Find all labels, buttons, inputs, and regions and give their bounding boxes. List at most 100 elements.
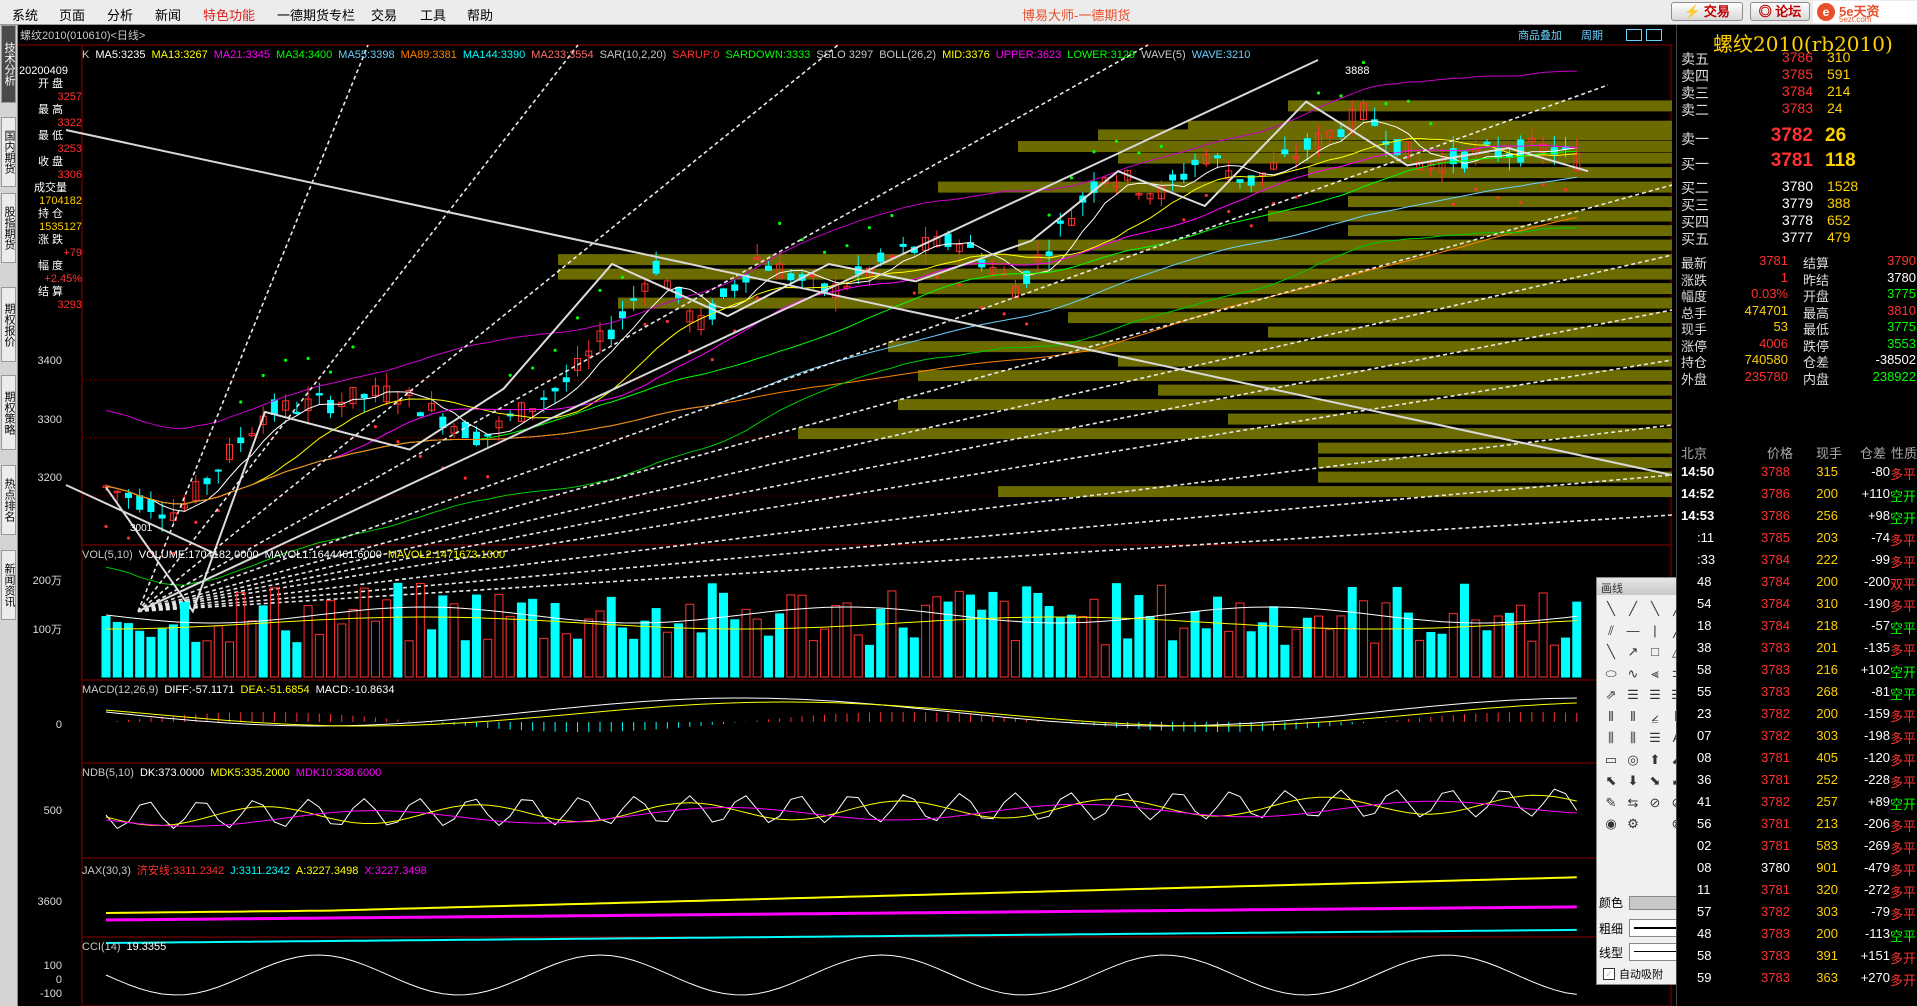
draw-tool-icon[interactable]: ☰ <box>1622 684 1644 706</box>
volume-bar <box>1561 637 1571 678</box>
trade-row[interactable]: 58 3783 391 +151 多开 <box>1677 948 1917 970</box>
layout-split-icon[interactable] <box>1646 29 1662 41</box>
trade-row[interactable]: 08 3781 405 -120 多平 <box>1677 750 1917 772</box>
auto-attach-checkbox[interactable]: ✓ <box>1603 968 1615 980</box>
menu-system[interactable]: 系统 <box>12 5 38 24</box>
trade-row[interactable]: 56 3781 213 -206 多平 <box>1677 816 1917 838</box>
draw-tool-icon[interactable]: ⦀ <box>1622 706 1644 728</box>
volume-bar <box>1269 606 1279 678</box>
draw-tool-icon[interactable]: ⫽ <box>1600 620 1622 642</box>
menu-news[interactable]: 新闻 <box>155 5 181 24</box>
trade-row[interactable]: 14:53 3786 256 +98 空开 <box>1677 508 1917 530</box>
ask1-row[interactable]: 卖一 3782 26 <box>1677 125 1917 149</box>
draw-tool-icon[interactable]: ◎ <box>1622 749 1644 771</box>
volume-bar <box>831 605 841 678</box>
draw-tool-icon[interactable]: ⦤ <box>1644 706 1666 728</box>
trade-oi-diff: +89 <box>1867 794 1890 809</box>
trade-row[interactable]: 48 3783 200 -113 空平 <box>1677 926 1917 948</box>
menu-trade[interactable]: 交易 <box>371 5 397 24</box>
draw-tool-icon[interactable]: ☰ <box>1644 727 1666 749</box>
trade-row[interactable]: 38 3783 201 -135 多平 <box>1677 640 1917 662</box>
menu-help[interactable]: 帮助 <box>467 5 493 24</box>
menu-features[interactable]: 特色功能 <box>203 5 255 24</box>
draw-tool-icon[interactable]: ⬊ <box>1644 770 1666 792</box>
sar-dot <box>1182 218 1186 222</box>
trade-row[interactable]: 07 3782 303 -198 多平 <box>1677 728 1917 750</box>
draw-tool-icon[interactable]: ✎ <box>1600 792 1622 814</box>
draw-tool-icon[interactable]: □ <box>1644 641 1666 663</box>
trade-time: 11 <box>1697 882 1711 897</box>
draw-tool-icon[interactable]: ⊘ <box>1644 792 1666 814</box>
trade-row[interactable]: 55 3783 268 -81 空平 <box>1677 684 1917 706</box>
trade-row[interactable]: 08 3780 901 -479 多平 <box>1677 860 1917 882</box>
draw-tool-icon[interactable]: ╱ <box>1622 598 1644 620</box>
menu-analysis[interactable]: 分析 <box>107 5 133 24</box>
draw-tool-icon[interactable]: ⇆ <box>1622 792 1644 814</box>
bid1-row[interactable]: 买一 3781 118 <box>1677 150 1917 174</box>
draw-tool-icon[interactable]: — <box>1622 620 1644 642</box>
menu-page[interactable]: 页面 <box>59 5 85 24</box>
tab-options-strategy[interactable]: 期权策略 <box>1 375 16 450</box>
trade-row[interactable]: 57 3782 303 -79 多平 <box>1677 904 1917 926</box>
draw-tool-icon[interactable]: ╲ <box>1600 598 1622 620</box>
trade-row[interactable]: :33 3784 222 -99 多平 <box>1677 552 1917 574</box>
draw-tool-icon[interactable]: ◉ <box>1600 813 1622 835</box>
bid-row[interactable]: 买五 3777 479 <box>1677 229 1917 249</box>
layout-grid-icon[interactable] <box>1626 29 1642 41</box>
trade-row[interactable]: 14:50 3788 315 -80 多平 <box>1677 464 1917 486</box>
draw-tool-icon[interactable] <box>1644 813 1666 835</box>
tab-hot-ranking[interactable]: 热点排名 <box>1 465 16 535</box>
tab-news-info[interactable]: 新闻资讯 <box>1 550 16 620</box>
draw-tool-icon[interactable]: ∿ <box>1622 663 1644 685</box>
tab-domestic-futures[interactable]: 国内期货 <box>1 117 16 187</box>
draw-tool-icon[interactable]: ⫼ <box>1622 727 1644 749</box>
draw-tool-icon[interactable]: ↗ <box>1622 641 1644 663</box>
forum-button[interactable]: ◎ 论坛 <box>1750 2 1810 21</box>
draw-tool-icon[interactable]: ╲ <box>1644 598 1666 620</box>
trade-row[interactable]: 48 3784 200 -200 双平 <box>1677 574 1917 596</box>
draw-tool-icon[interactable]: ╲ <box>1600 641 1622 663</box>
bid-price: 3779 <box>1781 195 1813 211</box>
ask-row[interactable]: 卖二 3783 24 <box>1677 100 1917 120</box>
draw-tool-icon[interactable]: ☰ <box>1644 684 1666 706</box>
menu-tools[interactable]: 工具 <box>420 5 446 24</box>
trade-row[interactable]: 59 3783 363 +270 多开 <box>1677 970 1917 992</box>
tab-index-futures[interactable]: 股指期货 <box>1 193 16 263</box>
period-tab[interactable]: 周期 <box>1581 27 1603 43</box>
volume-bar <box>180 601 190 678</box>
draw-tool-icon[interactable]: ⬉ <box>1600 770 1622 792</box>
draw-tool-icon[interactable]: | <box>1644 620 1666 642</box>
draw-tool-icon[interactable]: ⬭ <box>1600 663 1622 685</box>
draw-tool-icon[interactable]: ⬇ <box>1622 770 1644 792</box>
volume-bar <box>1246 631 1256 678</box>
draw-tool-icon[interactable]: ⦀ <box>1600 706 1622 728</box>
kline-chart-svg[interactable] <box>18 25 1672 1006</box>
trade-row[interactable]: 14:52 3786 200 +110 空开 <box>1677 486 1917 508</box>
trade-row[interactable]: 18 3784 218 -57 空平 <box>1677 618 1917 640</box>
trade-row[interactable]: 58 3783 216 +102 空开 <box>1677 662 1917 684</box>
trade-row[interactable]: 54 3784 310 -190 多平 <box>1677 596 1917 618</box>
trade-row[interactable]: 11 3781 320 -272 多平 <box>1677 882 1917 904</box>
trade-row[interactable]: 23 3782 200 -159 多平 <box>1677 706 1917 728</box>
draw-tool-icon[interactable]: ⬆ <box>1644 749 1666 771</box>
color-label: 颜色 <box>1599 896 1624 910</box>
chart-area: 螺纹2010(010610)<日线> K MA5:3235 MA13:3267 MA2… <box>18 25 1672 1006</box>
draw-tool-icon[interactable]: ⇗ <box>1600 684 1622 706</box>
draw-tool-icon[interactable]: ⚙ <box>1622 813 1644 835</box>
trade-row[interactable]: 36 3781 252 -228 多平 <box>1677 772 1917 794</box>
tab-technical-analysis[interactable]: 技术分析 <box>1 25 16 103</box>
sar-dot <box>1159 144 1163 149</box>
trade-row[interactable]: 02 3781 583 -269 多平 <box>1677 838 1917 860</box>
trade-price: 3786 <box>1761 486 1790 501</box>
quote-value: 3790 <box>1887 253 1916 268</box>
trade-button[interactable]: ⚡ 交易 <box>1671 2 1743 21</box>
menu-yide-column[interactable]: 一德期货专栏 <box>277 5 355 24</box>
draw-tool-icon[interactable]: ⫷ <box>1644 663 1666 685</box>
jax-cap-item: A:3227.3498 <box>295 865 359 877</box>
draw-tool-icon[interactable]: ⫼ <box>1600 727 1622 749</box>
trade-row[interactable]: :11 3785 203 -74 多平 <box>1677 530 1917 552</box>
trade-row[interactable]: 41 3782 257 +89 空开 <box>1677 794 1917 816</box>
overlay-products-tab[interactable]: 商品叠加 <box>1518 27 1562 43</box>
tab-options-quotes[interactable]: 期权报价 <box>1 287 16 362</box>
draw-tool-icon[interactable]: ▭ <box>1600 749 1622 771</box>
